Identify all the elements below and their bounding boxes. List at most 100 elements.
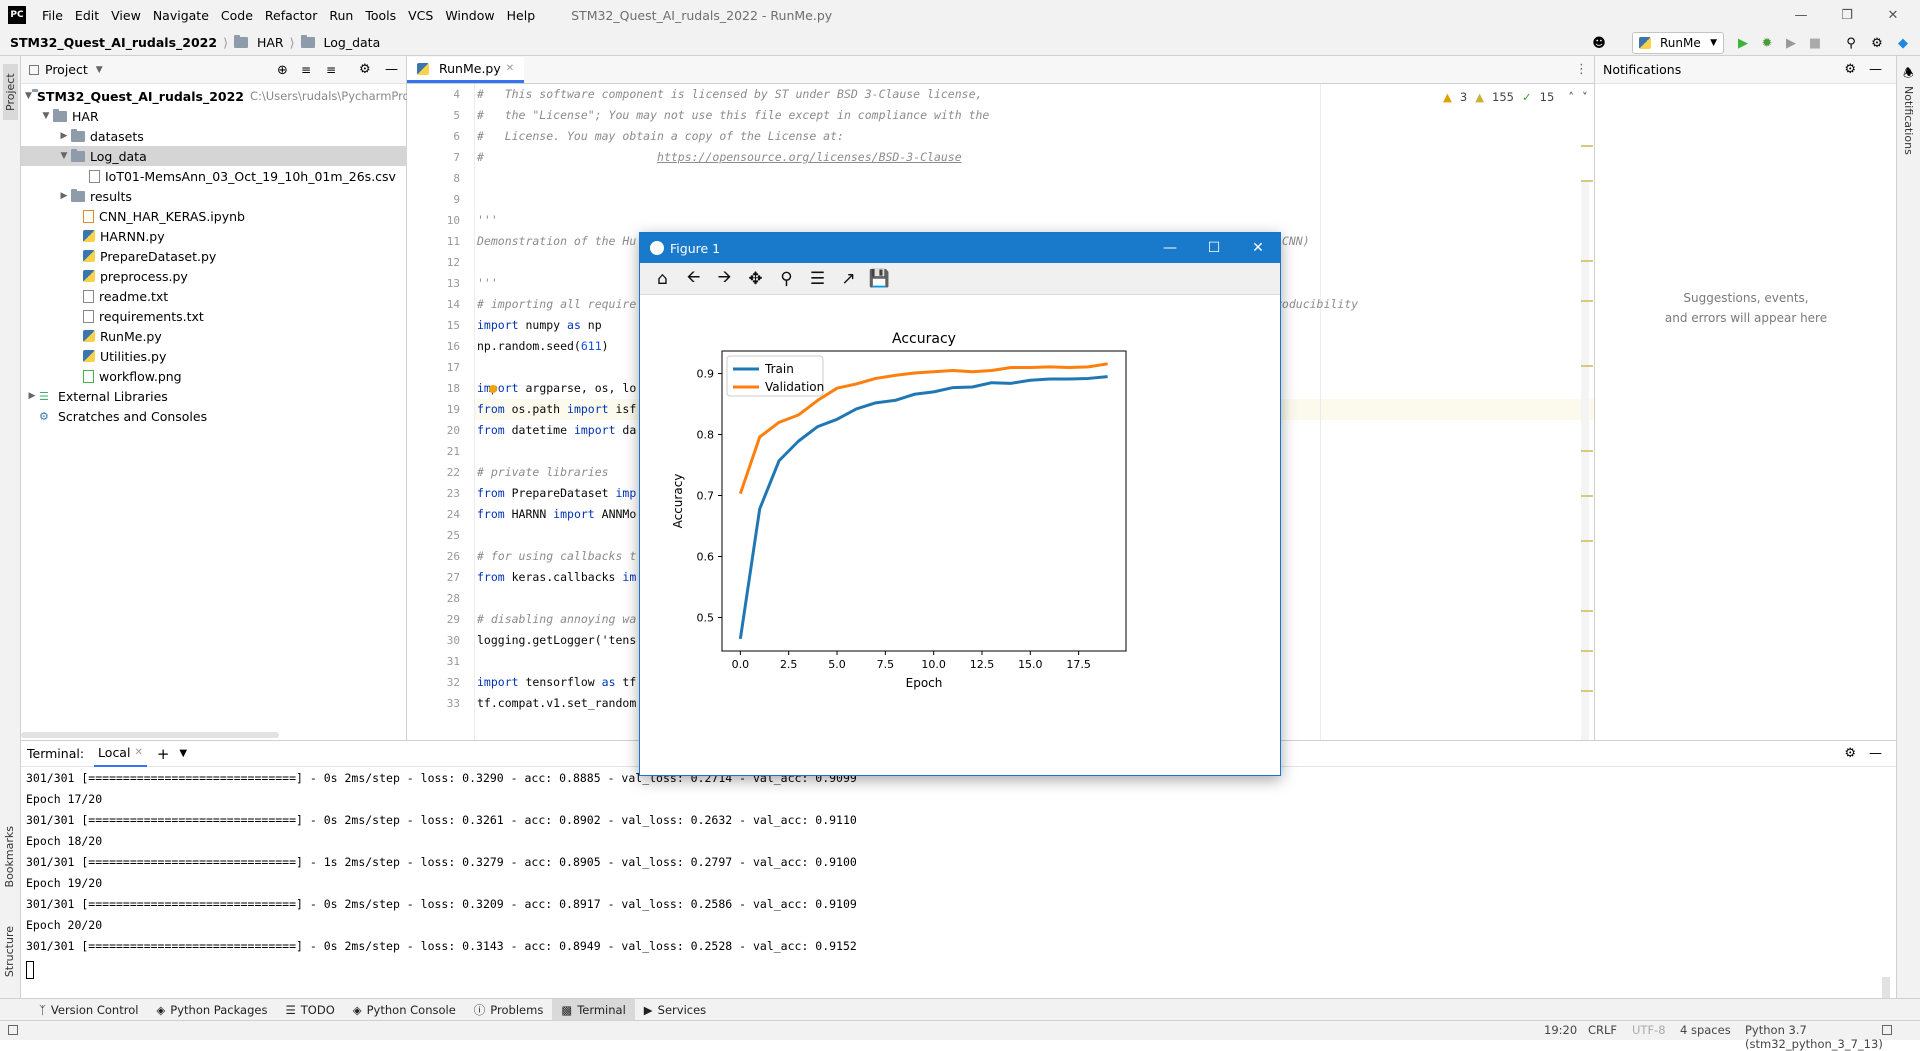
- gear-icon[interactable]: ⚙: [1844, 746, 1856, 761]
- close-tab-icon[interactable]: ✕: [506, 63, 514, 74]
- tab-python-packages[interactable]: ◈ Python Packages: [147, 999, 276, 1021]
- code-line[interactable]: import argparse, os, lo: [477, 378, 636, 399]
- code-line[interactable]: # the "License"; You may not use this fi…: [477, 105, 989, 126]
- gear-icon[interactable]: ⚙: [1844, 62, 1856, 77]
- code-line[interactable]: np.random.seed(611): [477, 336, 609, 357]
- menu-code[interactable]: Code: [215, 8, 259, 23]
- tree-file-readme[interactable]: readme.txt: [21, 286, 407, 306]
- terminal-cursor[interactable]: [26, 961, 34, 979]
- tree-file-workflow[interactable]: workflow.png: [21, 366, 407, 386]
- figure-titlebar[interactable]: Figure 1 — ☐ ✕: [640, 233, 1280, 263]
- breadcrumb-har[interactable]: HAR: [230, 35, 288, 50]
- tree-folder-datasets[interactable]: ▶ datasets: [21, 126, 407, 146]
- tab-notifications[interactable]: Notifications: [1902, 86, 1915, 155]
- chevron-down-icon[interactable]: ▼: [96, 65, 103, 75]
- menu-tools[interactable]: Tools: [359, 8, 402, 23]
- code-line[interactable]: from PrepareDataset imp: [477, 483, 636, 504]
- expand-all-icon[interactable]: ≡: [301, 63, 311, 77]
- add-tab-icon[interactable]: +: [157, 745, 170, 763]
- stop-icon[interactable]: ■: [1806, 34, 1824, 52]
- code-line[interactable]: import numpy as np: [477, 315, 602, 336]
- pan-icon[interactable]: ✥: [743, 266, 768, 291]
- terminal-scrollbar[interactable]: [1882, 977, 1890, 999]
- code-line[interactable]: # importing all require: [477, 294, 636, 315]
- lock-icon[interactable]: [1882, 1025, 1892, 1035]
- tree-file-ipynb[interactable]: CNN_HAR_KERAS.ipynb: [21, 206, 407, 226]
- tree-root[interactable]: ▼ STM32_Quest_AI_rudals_2022 C:\Users\ru…: [21, 86, 413, 106]
- tree-folder-har[interactable]: ▼ HAR: [21, 106, 407, 126]
- chevron-down-icon[interactable]: ˅: [1582, 90, 1588, 104]
- chevron-up-icon[interactable]: ˄: [1568, 90, 1574, 104]
- tree-file-preprocess[interactable]: preprocess.py: [21, 266, 407, 286]
- code-line[interactable]: logging.getLogger('tens: [477, 630, 636, 651]
- code-line[interactable]: ''': [477, 273, 498, 294]
- menu-vcs[interactable]: VCS: [402, 8, 439, 23]
- subplots-config-icon[interactable]: ☰: [805, 266, 830, 291]
- code-line[interactable]: # License. You may obtain a copy of the …: [477, 126, 844, 147]
- menu-file[interactable]: File: [36, 8, 69, 23]
- hide-icon[interactable]: —: [1869, 62, 1882, 77]
- tree-folder-log-data[interactable]: ▼ Log_data: [21, 146, 407, 166]
- code-line[interactable]: ''': [477, 210, 498, 231]
- code-line[interactable]: # https://opensource.org/licenses/BSD-3-…: [477, 147, 962, 168]
- tree-external-libraries[interactable]: ▶ ☰ External Libraries: [21, 386, 407, 406]
- code-line[interactable]: # This software component is licensed by…: [477, 84, 982, 105]
- home-icon[interactable]: ⌂: [650, 266, 675, 291]
- tab-services[interactable]: ▶ Services: [635, 999, 715, 1021]
- locate-icon[interactable]: ⊕: [277, 63, 288, 78]
- hide-icon[interactable]: —: [1869, 746, 1882, 761]
- edit-axis-icon[interactable]: ↗: [836, 266, 861, 291]
- code-line-tail[interactable]: roducibility: [1275, 294, 1358, 315]
- tree-file-runme[interactable]: RunMe.py: [21, 326, 407, 346]
- menu-refactor[interactable]: Refactor: [259, 8, 323, 23]
- code-line[interactable]: from os.path import isf: [477, 399, 636, 420]
- minimize-icon[interactable]: —: [1148, 233, 1192, 263]
- horizontal-scrollbar[interactable]: [21, 732, 279, 738]
- tab-version-control[interactable]: ᛉ Version Control: [30, 999, 147, 1021]
- project-view-select[interactable]: Project: [45, 62, 88, 77]
- tree-folder-results[interactable]: ▶ results: [21, 186, 407, 206]
- user-icon[interactable]: ☻: [1590, 34, 1608, 52]
- editor-scrollbar[interactable]: [1581, 181, 1589, 741]
- inspection-widget[interactable]: ▲ 3 ▲ 155 ✓ 15 ˄ ˅: [1443, 90, 1588, 104]
- code-line[interactable]: from keras.callbacks im: [477, 567, 636, 588]
- gear-icon[interactable]: ⚙: [1868, 34, 1886, 52]
- search-icon[interactable]: ⚲: [1842, 34, 1860, 52]
- breadcrumb-project[interactable]: STM32_Quest_AI_rudals_2022: [0, 35, 221, 50]
- menu-view[interactable]: View: [105, 8, 147, 23]
- line-separator[interactable]: CRLF: [1588, 1023, 1617, 1037]
- file-encoding[interactable]: UTF-8: [1632, 1023, 1666, 1037]
- hide-icon[interactable]: —: [385, 62, 398, 77]
- tab-bookmarks[interactable]: Bookmarks: [3, 826, 16, 887]
- tab-problems[interactable]: ⓘ Problems: [465, 999, 553, 1021]
- menu-help[interactable]: Help: [501, 8, 542, 23]
- breadcrumb-log-data[interactable]: Log_data: [297, 35, 385, 50]
- menu-edit[interactable]: Edit: [69, 8, 105, 23]
- code-line[interactable]: # private libraries: [477, 462, 609, 483]
- save-icon[interactable]: 💾: [867, 266, 892, 291]
- chevron-down-icon[interactable]: ▼: [179, 748, 187, 759]
- debug-icon[interactable]: ✹: [1758, 34, 1776, 52]
- intention-bulb-icon[interactable]: [489, 385, 497, 393]
- forward-arrow-icon[interactable]: 🡪: [712, 266, 737, 291]
- minimize-icon[interactable]: —: [1778, 0, 1824, 30]
- gear-icon[interactable]: ⚙: [359, 62, 371, 77]
- tab-python-console[interactable]: ◈ Python Console: [344, 999, 465, 1021]
- code-line[interactable]: from datetime import da: [477, 420, 636, 441]
- close-tab-icon[interactable]: ✕: [134, 747, 142, 758]
- layout-icon[interactable]: [8, 1025, 18, 1035]
- tab-todo[interactable]: ☰ TODO: [276, 999, 343, 1021]
- caret-position[interactable]: 19:20: [1544, 1023, 1577, 1037]
- close-icon[interactable]: ✕: [1236, 233, 1280, 263]
- maximize-icon[interactable]: ☐: [1192, 233, 1236, 263]
- tab-runme[interactable]: RunMe.py ✕: [407, 57, 525, 83]
- code-line[interactable]: Demonstration of the Hu: [477, 231, 636, 252]
- run-icon[interactable]: ▶: [1734, 34, 1752, 52]
- code-line[interactable]: tf.compat.v1.set_random: [477, 693, 636, 714]
- code-line[interactable]: # disabling annoying wa: [477, 609, 636, 630]
- terminal-tab-local[interactable]: Local ✕: [94, 741, 147, 767]
- more-icon[interactable]: ⋮: [1575, 62, 1588, 77]
- tab-project[interactable]: Project: [3, 64, 18, 120]
- zoom-icon[interactable]: ⚲: [774, 266, 799, 291]
- menu-window[interactable]: Window: [439, 8, 500, 23]
